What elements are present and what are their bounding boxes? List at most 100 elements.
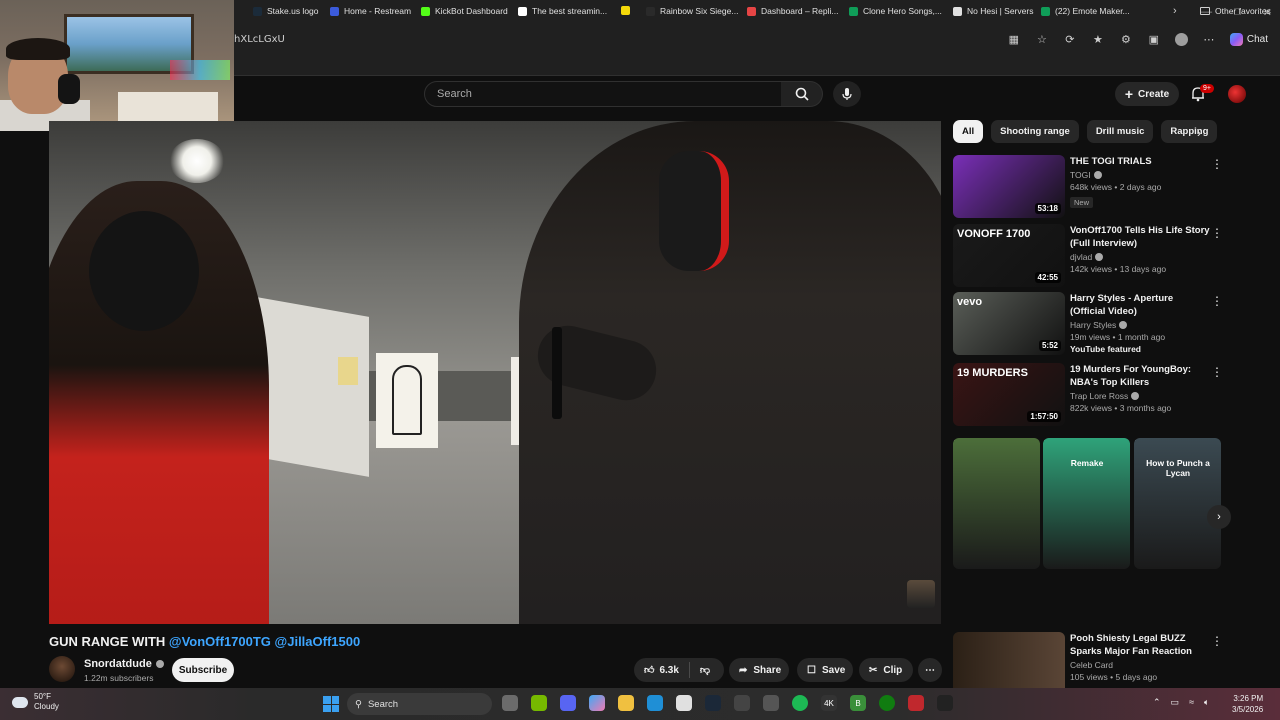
like-button[interactable]: 👍︎ 6.3k	[644, 664, 679, 677]
volume-icon[interactable]: 🔈︎	[1204, 697, 1209, 708]
video-player[interactable]	[49, 121, 941, 624]
kebab-menu-icon[interactable]: ⋮	[1211, 294, 1223, 308]
recommendation-item[interactable]: VONOFF 1700 42:55 VonOff1700 Tells His Lif…	[953, 224, 1228, 288]
mention-link[interactable]: @JillaOff1500	[275, 634, 361, 649]
shorts-next-button[interactable]: ›	[1207, 505, 1231, 529]
short-item[interactable]: RemakeLASER ROOM - ...21m views⋮	[1043, 438, 1130, 618]
rec-channel[interactable]: Celeb Card	[1070, 660, 1210, 670]
rec-title[interactable]: Harry Styles - Aperture (Official Video)	[1070, 292, 1210, 318]
settings-icon[interactable]	[763, 695, 779, 711]
short-thumbnail[interactable]: How to Punch a Lycan	[1134, 438, 1221, 569]
b-app-icon[interactable]: B	[850, 695, 866, 711]
video-thumbnail[interactable]	[953, 632, 1065, 695]
short-item[interactable]: My son shot the 50 bmg...4.2m views⋮	[953, 438, 1040, 618]
collections-icon[interactable]: ▣	[1147, 32, 1161, 46]
epic-games-icon[interactable]	[937, 695, 953, 711]
channel-name[interactable]: Snordatdude	[84, 658, 164, 670]
task-view-icon[interactable]	[502, 695, 518, 711]
profile-avatar[interactable]	[1174, 32, 1188, 46]
dislike-button[interactable]: 👎︎	[700, 664, 710, 676]
bookmark-item[interactable]: Stake.us logo	[253, 6, 319, 16]
extensions-icon[interactable]: ⚙	[1119, 32, 1133, 46]
rec-title[interactable]: 19 Murders For YoungBoy: NBA's Top Kille…	[1070, 363, 1210, 389]
obs-icon[interactable]	[734, 695, 750, 711]
search-button[interactable]	[781, 81, 823, 107]
bookmark-item[interactable]: The best streamin...	[518, 6, 607, 16]
kebab-menu-icon[interactable]: ⋮	[1211, 226, 1223, 240]
favorite-star-icon[interactable]: ☆	[1035, 32, 1049, 46]
chips-next-icon[interactable]: ›	[1197, 126, 1201, 140]
chip-shooting-range[interactable]: Shooting range	[991, 120, 1079, 143]
other-favorites[interactable]: Other favorites	[1200, 6, 1271, 16]
rec-channel[interactable]: Trap Lore Ross	[1070, 391, 1210, 401]
bookmark-item[interactable]: Clone Hero Songs,...	[849, 6, 942, 16]
chip-all[interactable]: All	[953, 120, 984, 143]
url-text[interactable]: hXLcLGxU	[234, 34, 285, 45]
discord-icon[interactable]	[560, 695, 576, 711]
kebab-menu-icon[interactable]: ⋮	[1211, 634, 1223, 648]
video-thumbnail[interactable]: 19 MURDERS 1:57:50	[953, 363, 1065, 426]
search-input[interactable]: Search	[424, 81, 782, 107]
video-thumbnail[interactable]: VONOFF 1700 42:55	[953, 224, 1065, 287]
copilot-chat-button[interactable]: Chat	[1229, 32, 1268, 46]
taskbar-search[interactable]: ⚲ Search	[347, 693, 492, 715]
refresh-icon[interactable]: ⟳	[1063, 32, 1077, 46]
rec-channel[interactable]: Harry Styles	[1070, 320, 1210, 330]
short-thumbnail[interactable]: Remake	[1043, 438, 1130, 569]
channel-avatar[interactable]	[49, 656, 75, 682]
favorites-icon[interactable]: ★	[1091, 32, 1105, 46]
voice-search-button[interactable]	[833, 81, 861, 107]
copilot-icon[interactable]	[589, 695, 605, 711]
xbox-icon[interactable]	[879, 695, 895, 711]
video-thumbnail[interactable]: vevo 5:52	[953, 292, 1065, 355]
chevron-up-icon[interactable]: ⌃	[1153, 697, 1161, 708]
rec-channel[interactable]: djvlad	[1070, 252, 1210, 262]
subscribe-button[interactable]: Subscribe	[172, 658, 234, 682]
recommendation-item[interactable]: 53:18 THE TOGI TRIALS TOGI 648k views • 2 d…	[953, 155, 1228, 219]
recommendation-item[interactable]: Pooh Shiesty Legal BUZZ Sparks Major Fan…	[953, 632, 1228, 696]
bookmark-item[interactable]: Home - Restream	[330, 6, 411, 16]
app-available-icon[interactable]: ▦	[1007, 32, 1021, 46]
red-app-icon[interactable]	[908, 695, 924, 711]
kebab-menu-icon[interactable]: ⋮	[1211, 365, 1223, 379]
nvidia-icon[interactable]	[531, 695, 547, 711]
rec-title[interactable]: VonOff1700 Tells His Life Story (Full In…	[1070, 224, 1210, 250]
video-thumbnail[interactable]: 53:18	[953, 155, 1065, 218]
file-explorer-icon[interactable]	[618, 695, 634, 711]
bookmark-item[interactable]: No Hesi | Servers	[953, 6, 1033, 16]
short-item[interactable]: How to Punch a LycanBeat up Lycans in ..…	[1134, 438, 1221, 618]
4k-app-icon[interactable]: 4K	[821, 695, 837, 711]
display-icon[interactable]: ▭	[1171, 697, 1180, 708]
rec-title[interactable]: THE TOGI TRIALS	[1070, 155, 1210, 168]
save-button[interactable]: ☐ Save	[797, 658, 853, 682]
recommendation-item[interactable]: vevo 5:52 Harry Styles - Aperture (Officia…	[953, 292, 1228, 356]
bookmark-item[interactable]	[621, 6, 635, 15]
bookmark-item[interactable]: KickBot Dashboard	[421, 6, 508, 16]
system-clock[interactable]: 3:26 PM 3/5/2026	[1232, 693, 1263, 715]
chip-rapping[interactable]: Rapping	[1161, 120, 1218, 143]
bookmarks-overflow-icon[interactable]: ›	[1173, 5, 1177, 17]
kebab-menu-icon[interactable]: ⋮	[1211, 157, 1223, 171]
edge-icon[interactable]	[647, 695, 663, 711]
share-button[interactable]: ➦ Share	[729, 658, 789, 682]
rec-title[interactable]: Pooh Shiesty Legal BUZZ Sparks Major Fan…	[1070, 632, 1210, 658]
account-avatar[interactable]	[1228, 85, 1246, 103]
rec-channel[interactable]: TOGI	[1070, 170, 1210, 180]
wifi-icon[interactable]: ≈	[1189, 697, 1194, 708]
mention-link[interactable]: @VonOff1700TG	[169, 634, 271, 649]
bookmark-item[interactable]: (22) Emote Maker...	[1041, 6, 1130, 16]
create-button[interactable]: + Create	[1115, 82, 1179, 106]
short-thumbnail[interactable]	[953, 438, 1040, 569]
weather-widget[interactable]: 50°F Cloudy	[12, 692, 59, 712]
more-menu-icon[interactable]: ⋯	[1202, 32, 1216, 46]
chip-drill-music[interactable]: Drill music	[1086, 120, 1154, 143]
steam-icon[interactable]	[705, 695, 721, 711]
bookmark-item[interactable]: Dashboard – Repli...	[747, 6, 839, 16]
more-actions-button[interactable]: ⋯	[918, 658, 942, 682]
spotify-icon[interactable]	[792, 695, 808, 711]
windows-start-icon[interactable]	[323, 696, 339, 712]
store-icon[interactable]	[676, 695, 692, 711]
recommendation-item[interactable]: 19 MURDERS 1:57:50 19 Murders For YoungBoy…	[953, 363, 1228, 427]
clip-button[interactable]: ✂ Clip	[859, 658, 913, 682]
bookmark-item[interactable]: Rainbow Six Siege...	[646, 6, 738, 16]
